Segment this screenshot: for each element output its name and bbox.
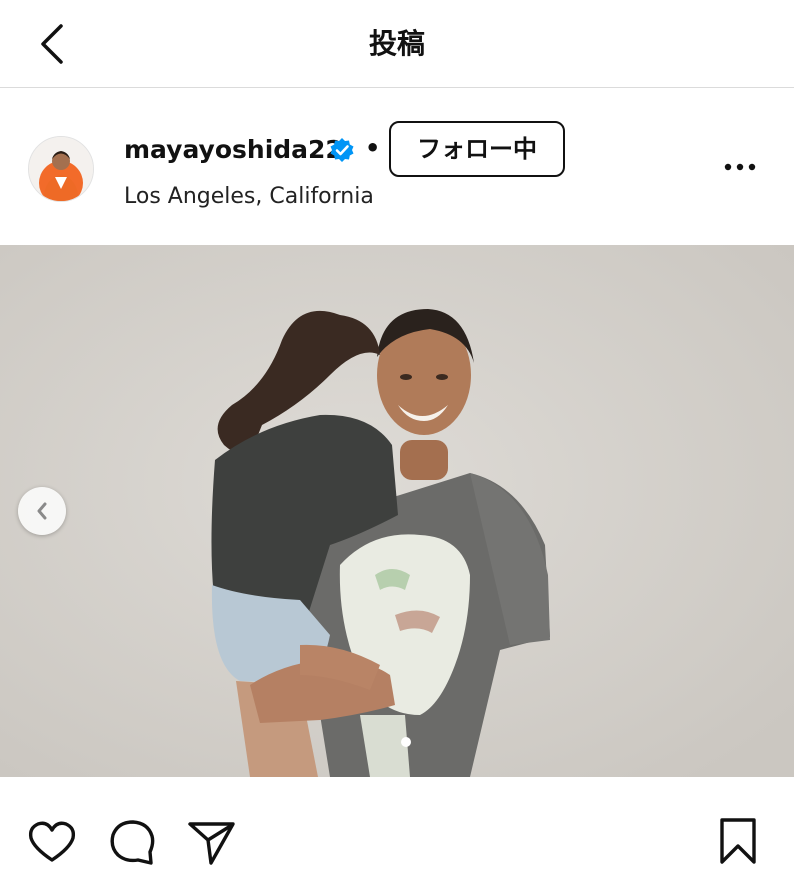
following-button[interactable]: フォロー中	[389, 121, 565, 177]
bookmark-icon	[720, 818, 756, 864]
chevron-left-icon	[37, 502, 47, 520]
comment-button[interactable]	[106, 816, 158, 868]
carousel-dot-indicator	[401, 737, 411, 747]
carousel-prev-button[interactable]	[18, 487, 66, 535]
post-actions	[0, 778, 794, 892]
send-icon	[188, 822, 235, 865]
top-bar: 投稿	[0, 0, 794, 88]
avatar[interactable]	[28, 136, 94, 202]
save-button[interactable]	[712, 816, 764, 868]
photo-image	[0, 245, 794, 777]
post-photo[interactable]	[0, 245, 794, 777]
post-header: mayayoshida22 • フォロー中 Los Angeles, Calif…	[0, 89, 794, 245]
more-options-button[interactable]	[718, 153, 762, 181]
heart-icon	[28, 821, 76, 862]
more-horizontal-icon	[724, 163, 756, 171]
avatar-image	[29, 137, 93, 201]
comment-icon	[110, 820, 155, 865]
username[interactable]: mayayoshida22	[124, 133, 343, 167]
like-button[interactable]	[26, 816, 78, 868]
location-link[interactable]: Los Angeles, California	[124, 182, 374, 212]
separator-dot: •	[365, 134, 381, 162]
page-title: 投稿	[368, 27, 425, 60]
verified-badge-icon	[330, 138, 354, 162]
share-button[interactable]	[186, 816, 238, 868]
